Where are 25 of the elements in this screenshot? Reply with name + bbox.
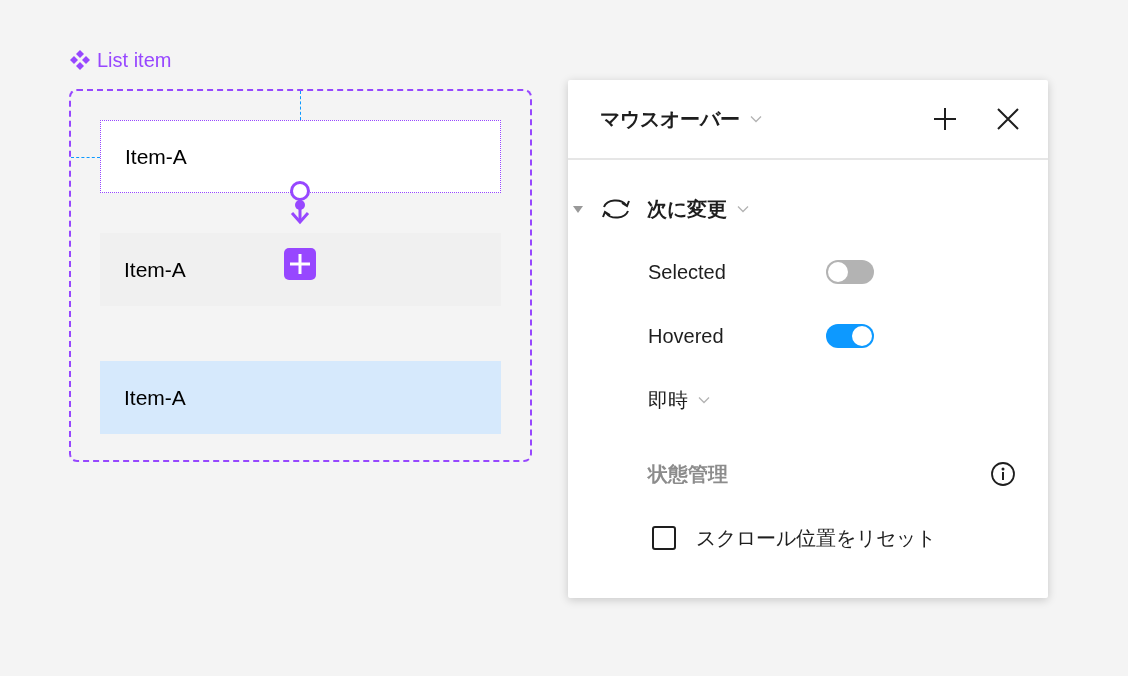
animation-dropdown[interactable]: 即時 — [648, 385, 710, 415]
action-dropdown[interactable]: 次に変更 — [647, 194, 749, 224]
add-icon[interactable] — [284, 248, 316, 280]
spacing-line — [300, 91, 301, 120]
chevron-down-icon — [737, 205, 749, 213]
reset-scroll-checkbox[interactable]: スクロール位置をリセット — [568, 506, 1048, 570]
toggle-switch[interactable] — [826, 260, 874, 284]
spacing-line — [71, 157, 100, 158]
chevron-down-icon — [750, 115, 762, 123]
list-item[interactable]: Item-A — [100, 120, 501, 193]
chevron-down-icon — [698, 396, 710, 404]
plus-icon[interactable] — [932, 106, 958, 132]
property-label: Selected — [648, 260, 727, 285]
property-label: Hovered — [648, 324, 725, 349]
section-heading: 状態管理 — [648, 462, 729, 487]
trigger-dropdown[interactable]: マウスオーバー — [600, 104, 762, 134]
component-label: List item — [97, 48, 172, 73]
component-icon — [69, 49, 91, 71]
close-icon[interactable] — [996, 107, 1020, 131]
info-icon[interactable] — [990, 461, 1016, 487]
collapse-triangle-icon[interactable] — [572, 204, 584, 214]
swap-icon — [600, 197, 632, 221]
list-item[interactable]: Item-A — [100, 233, 501, 306]
list-item[interactable]: Item-A — [100, 361, 501, 434]
toggle-switch[interactable] — [826, 324, 874, 348]
